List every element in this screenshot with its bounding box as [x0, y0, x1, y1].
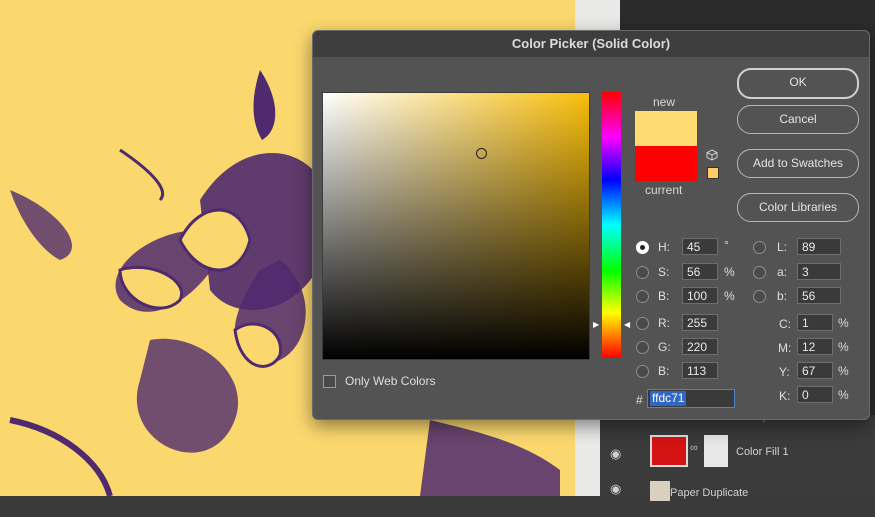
layer-thumbnail [650, 481, 670, 501]
label-y: Y: [779, 365, 790, 379]
layer-mask-thumbnail [704, 435, 728, 467]
radio-a[interactable] [753, 266, 766, 279]
black-input[interactable]: 0 [797, 386, 833, 403]
radio-g[interactable] [636, 341, 649, 354]
cube-icon[interactable] [706, 149, 718, 161]
layers-panel: Filter Gallery ◉ ∞ Color Fill 1 ◉ Paper … [600, 411, 875, 501]
add-to-swatches-button[interactable]: Add to Swatches [737, 149, 859, 178]
percent-unit: % [838, 316, 849, 330]
only-web-colors-checkbox[interactable] [323, 375, 336, 388]
percent-unit: % [724, 289, 735, 303]
layer-row-paper-duplicate[interactable]: ◉ Paper Duplicate [600, 477, 875, 517]
color-libraries-button[interactable]: Color Libraries [737, 193, 859, 222]
hue-slider-handle-left[interactable]: ▶ [593, 320, 599, 329]
a-channel-input[interactable]: 3 [797, 263, 841, 280]
label-c: C: [779, 317, 791, 331]
dialog-title: Color Picker (Solid Color) [313, 31, 869, 57]
new-color-swatch [635, 111, 697, 146]
link-icon: ∞ [690, 442, 698, 454]
color-field[interactable] [322, 92, 590, 360]
label-lab-b: b: [777, 289, 788, 303]
b-channel-input[interactable]: 56 [797, 287, 841, 304]
label-blue: B: [658, 364, 670, 378]
label-m: M: [778, 341, 792, 355]
red-input[interactable]: 255 [682, 314, 718, 331]
percent-unit: % [838, 388, 849, 402]
radio-h[interactable] [636, 241, 649, 254]
color-picker-dialog: Color Picker (Solid Color) ▶ ◀ new curre… [312, 30, 870, 420]
hue-slider-handle-right[interactable]: ◀ [624, 320, 630, 329]
label-k: K: [779, 389, 791, 403]
radio-l[interactable] [753, 241, 766, 254]
radio-blue[interactable] [636, 365, 649, 378]
layer-label: Color Fill 1 [736, 446, 789, 458]
radio-r[interactable] [636, 317, 649, 330]
brightness-input[interactable]: 100 [682, 287, 718, 304]
blue-input[interactable]: 113 [682, 362, 718, 379]
percent-unit: % [838, 340, 849, 354]
current-color-swatch[interactable] [635, 146, 697, 181]
radio-lab-b[interactable] [753, 290, 766, 303]
degree-unit: ° [724, 238, 729, 252]
layer-row-color-fill[interactable]: ◉ ∞ Color Fill 1 [600, 433, 875, 473]
hex-value-selected: ffdc71 [650, 391, 687, 406]
label-a: a: [777, 265, 788, 279]
cyan-input[interactable]: 1 [797, 314, 833, 331]
color-field-cursor[interactable] [476, 148, 487, 159]
label-new: new [653, 95, 676, 109]
ok-button[interactable]: OK [737, 68, 859, 99]
label-l: L: [777, 240, 788, 254]
saturation-input[interactable]: 56 [682, 263, 718, 280]
cancel-button[interactable]: Cancel [737, 105, 859, 134]
layer-label: Paper Duplicate [670, 487, 749, 499]
label-s: S: [658, 265, 670, 279]
hue-slider[interactable] [602, 92, 621, 358]
label-h: H: [658, 240, 670, 254]
yellow-input[interactable]: 67 [797, 362, 833, 379]
radio-s[interactable] [636, 266, 649, 279]
only-web-colors-label: Only Web Colors [345, 374, 436, 388]
hex-input[interactable]: ffdc71 [647, 389, 735, 408]
percent-unit: % [724, 265, 735, 279]
eye-icon[interactable]: ◉ [610, 446, 621, 462]
hue-input[interactable]: 45 [682, 238, 718, 255]
hex-hash-label: # [636, 393, 643, 407]
green-input[interactable]: 220 [682, 338, 718, 355]
label-g: G: [658, 340, 671, 354]
layer-thumbnail [650, 435, 688, 467]
magenta-input[interactable]: 12 [797, 338, 833, 355]
lightness-input[interactable]: 89 [797, 238, 841, 255]
eye-icon[interactable]: ◉ [610, 481, 621, 497]
label-r: R: [658, 316, 670, 330]
percent-unit: % [838, 364, 849, 378]
label-current: current [645, 183, 683, 197]
radio-b[interactable] [636, 290, 649, 303]
label-b: B: [658, 289, 670, 303]
web-safe-swatch[interactable] [707, 167, 719, 179]
